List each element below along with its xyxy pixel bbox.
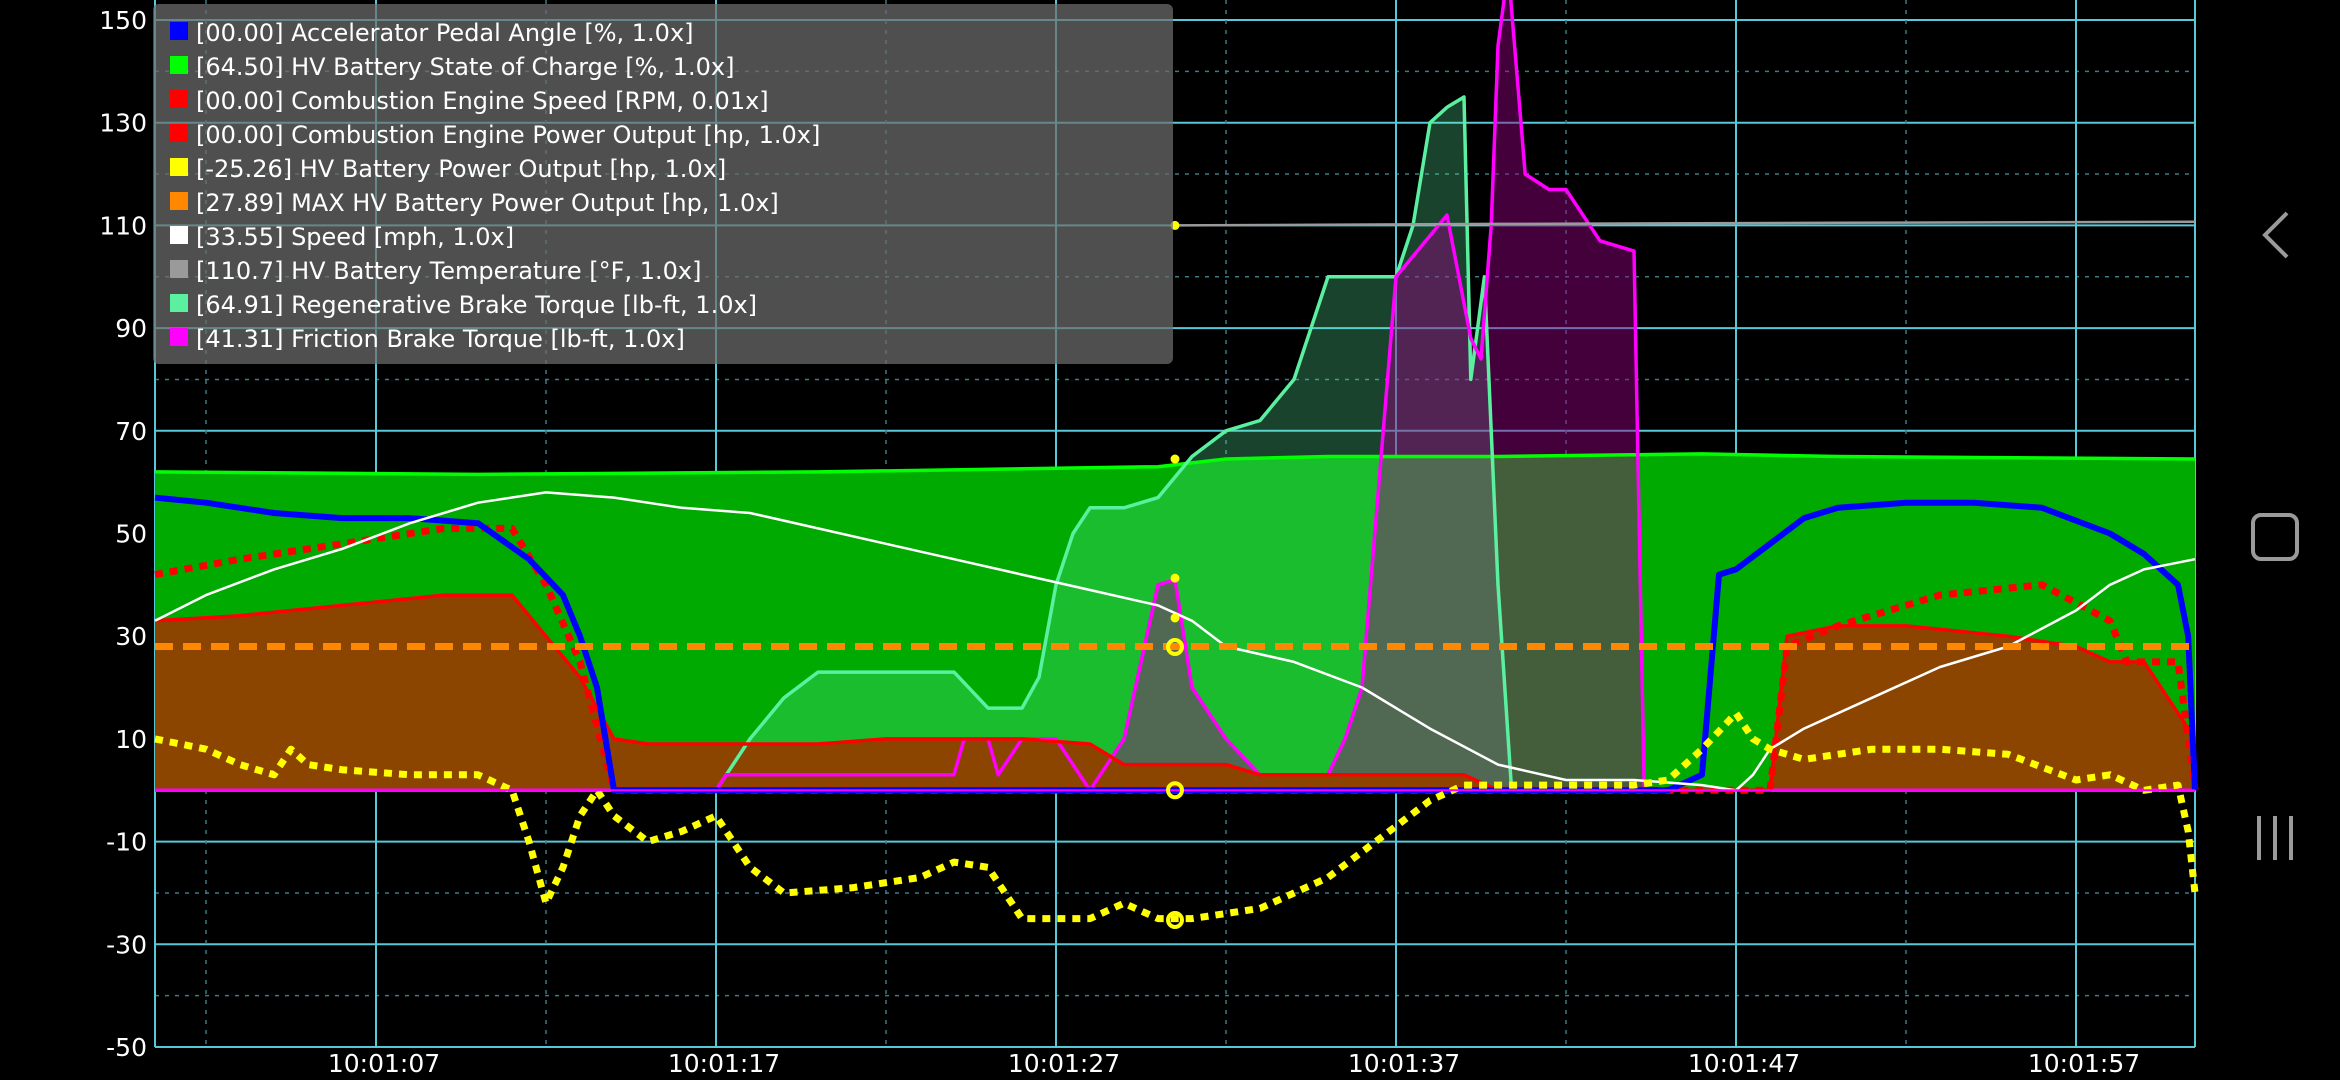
- cursor-marker-1: [1170, 454, 1180, 464]
- square-home-icon: [2251, 513, 2299, 561]
- y-tick-label-3: 10: [115, 725, 147, 754]
- legend-swatch-5: [170, 192, 188, 210]
- y-tick-label-9: 130: [99, 109, 147, 138]
- legend: [00.00] Accelerator Pedal Angle [%, 1.0x…: [153, 4, 1173, 364]
- legend-swatch-6: [170, 226, 188, 244]
- legend-swatch-8: [170, 294, 188, 312]
- legend-label-9: [41.31] Friction Brake Torque [lb-ft, 1.…: [196, 325, 685, 353]
- cursor-marker-2: [1170, 573, 1180, 583]
- x-tick-label-0: 10:01:07: [328, 1049, 440, 1078]
- legend-swatch-7: [170, 260, 188, 278]
- navigation-bar: [2210, 0, 2340, 1080]
- legend-swatch-9: [170, 328, 188, 346]
- y-tick-label-1: -30: [106, 930, 147, 959]
- legend-label-1: [64.50] HV Battery State of Charge [%, 1…: [196, 53, 734, 81]
- back-button[interactable]: [2240, 200, 2310, 270]
- x-tick-label-5: 10:01:57: [2028, 1049, 2140, 1078]
- legend-swatch-0: [170, 22, 188, 40]
- chevron-left-icon: [2262, 211, 2289, 259]
- chart[interactable]: [00.00] Accelerator Pedal Angle [%, 1.0x…: [0, 0, 2340, 1080]
- cursor-marker-3: [1170, 613, 1180, 623]
- three-bars-icon: [2257, 816, 2293, 860]
- legend-label-4: [-25.26] HV Battery Power Output [hp, 1.…: [196, 155, 726, 183]
- x-tick-label-3: 10:01:37: [1348, 1049, 1460, 1078]
- x-axis: 10:01:07 10:01:17 10:01:27 10:01:37 10:01:47…: [328, 1049, 2140, 1078]
- legend-swatch-4: [170, 158, 188, 176]
- home-button[interactable]: [2240, 502, 2310, 572]
- legend-label-6: [33.55] Speed [mph, 1.0x]: [196, 223, 514, 251]
- legend-label-0: [00.00] Accelerator Pedal Angle [%, 1.0x…: [196, 19, 694, 47]
- legend-swatch-2: [170, 90, 188, 108]
- y-tick-label-8: 110: [99, 211, 147, 240]
- x-tick-label-2: 10:01:27: [1008, 1049, 1120, 1078]
- y-tick-label-5: 50: [115, 520, 147, 549]
- legend-label-8: [64.91] Regenerative Brake Torque [lb-ft…: [196, 291, 757, 319]
- legend-label-2: [00.00] Combustion Engine Speed [RPM, 0.…: [196, 87, 769, 115]
- y-tick-label-6: 70: [115, 417, 147, 446]
- legend-label-3: [00.00] Combustion Engine Power Output […: [196, 121, 820, 149]
- x-tick-label-1: 10:01:17: [668, 1049, 780, 1078]
- legend-swatch-3: [170, 124, 188, 142]
- y-tick-label-4: 30: [115, 622, 147, 651]
- y-tick-label-10: 150: [99, 6, 147, 35]
- legend-label-5: [27.89] MAX HV Battery Power Output [hp,…: [196, 189, 779, 217]
- legend-label-7: [110.7] HV Battery Temperature [°F, 1.0x…: [196, 257, 701, 285]
- x-tick-label-4: 10:01:47: [1688, 1049, 1800, 1078]
- y-axis: -50 -30 -10 10 30 50 70 90 110 130 150: [99, 6, 147, 1062]
- y-tick-label-7: 90: [115, 314, 147, 343]
- y-tick-label-0: -50: [106, 1033, 147, 1062]
- recents-button[interactable]: [2240, 803, 2310, 873]
- legend-swatch-1: [170, 56, 188, 74]
- y-tick-label-2: -10: [106, 828, 147, 857]
